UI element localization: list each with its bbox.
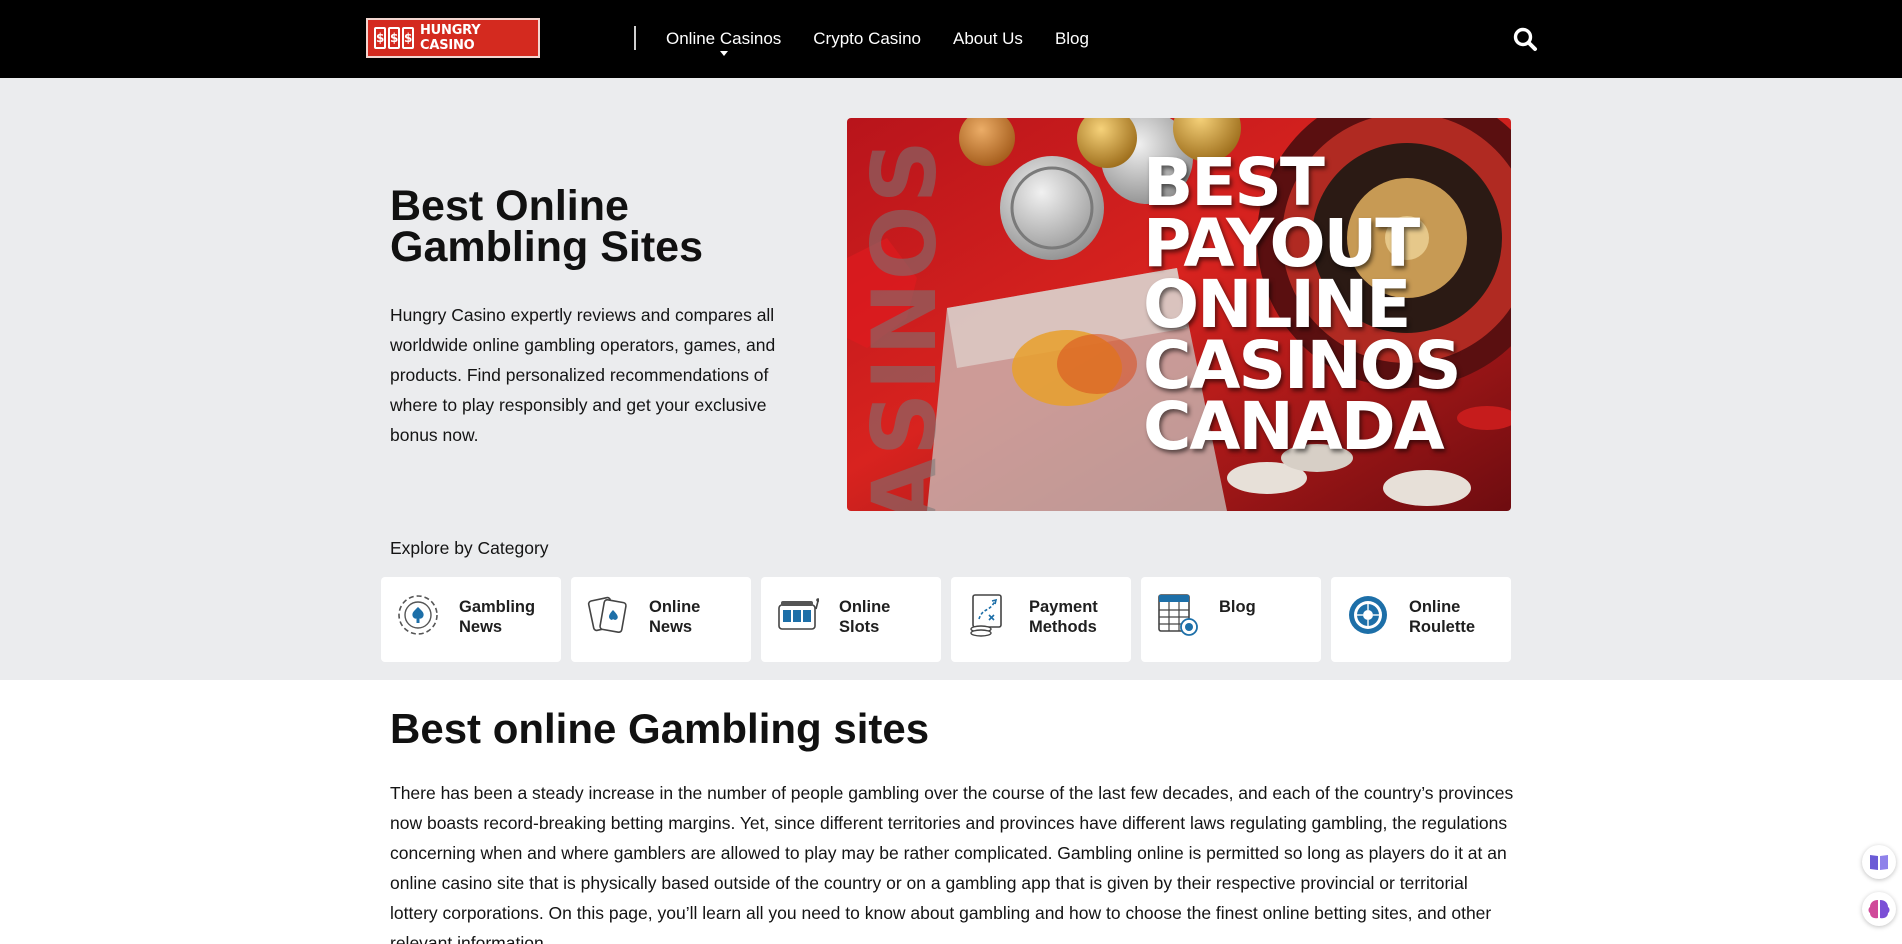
strategy-board-icon <box>970 594 1002 637</box>
category-blog[interactable]: Blog <box>1141 577 1321 662</box>
explore-label: Explore by Category <box>390 538 549 558</box>
ai-widget-button[interactable] <box>1862 892 1896 926</box>
book-icon <box>1870 855 1888 870</box>
roulette-icon <box>1349 596 1387 634</box>
search-icon[interactable] <box>1512 26 1538 52</box>
reader-widget-button[interactable] <box>1862 845 1896 879</box>
main-nav: Online Casinos Crypto Casino About Us Bl… <box>666 0 1121 78</box>
category-label: Online Roulette <box>1409 598 1475 636</box>
chevron-down-icon <box>719 51 728 56</box>
brain-icon <box>1868 900 1890 919</box>
slot-machine-icon <box>778 598 819 630</box>
category-online-slots[interactable]: Online Slots <box>761 577 941 662</box>
hero-title: Best Online Gambling Sites <box>390 182 704 271</box>
category-list: Gambling News Online News Online Slots P… <box>381 577 1511 662</box>
nav-divider <box>634 26 636 50</box>
article-body: There has been a steady increase in the … <box>390 783 1514 944</box>
image-headline: BEST PAYOUT ONLINE CASINOS CANADA <box>1143 144 1461 465</box>
hero-banner-image: CASINOS BEST PAYOUT ONLINE CASINOS CANAD… <box>847 118 1511 511</box>
article-title: Best online Gambling sites <box>390 705 930 752</box>
nav-about-us[interactable]: About Us <box>953 29 1023 49</box>
chip-icon <box>398 595 438 635</box>
calculator-icon <box>1158 594 1198 636</box>
category-label: Gambling News <box>459 598 536 636</box>
site-logo[interactable]: $ $ $ HUNGRY CASINO <box>366 18 540 58</box>
category-label: Online Slots <box>839 598 891 636</box>
nav-crypto-casino[interactable]: Crypto Casino <box>813 29 921 49</box>
nav-online-casinos[interactable]: Online Casinos <box>666 29 781 56</box>
category-payment-methods[interactable]: Payment Methods <box>951 577 1131 662</box>
category-label: Online News <box>649 598 701 636</box>
hero-section: Best Online Gambling Sites Hungry Casino… <box>0 78 1902 680</box>
image-side-text: CASINOS <box>853 138 956 511</box>
cards-icon <box>587 596 627 634</box>
hero-description: Hungry Casino expertly reviews and compa… <box>390 305 776 445</box>
top-nav-bar: $ $ $ HUNGRY CASINO Online Casinos Crypt… <box>0 0 1902 78</box>
logo-text: HUNGRY CASINO <box>420 23 481 53</box>
category-gambling-news[interactable]: Gambling News <box>381 577 561 662</box>
category-label: Blog <box>1219 598 1256 616</box>
category-online-roulette[interactable]: Online Roulette <box>1331 577 1511 662</box>
nav-blog[interactable]: Blog <box>1055 29 1089 49</box>
category-label: Payment Methods <box>1029 598 1098 636</box>
logo-slot-icon: $ $ $ <box>374 27 414 49</box>
category-online-news[interactable]: Online News <box>571 577 751 662</box>
